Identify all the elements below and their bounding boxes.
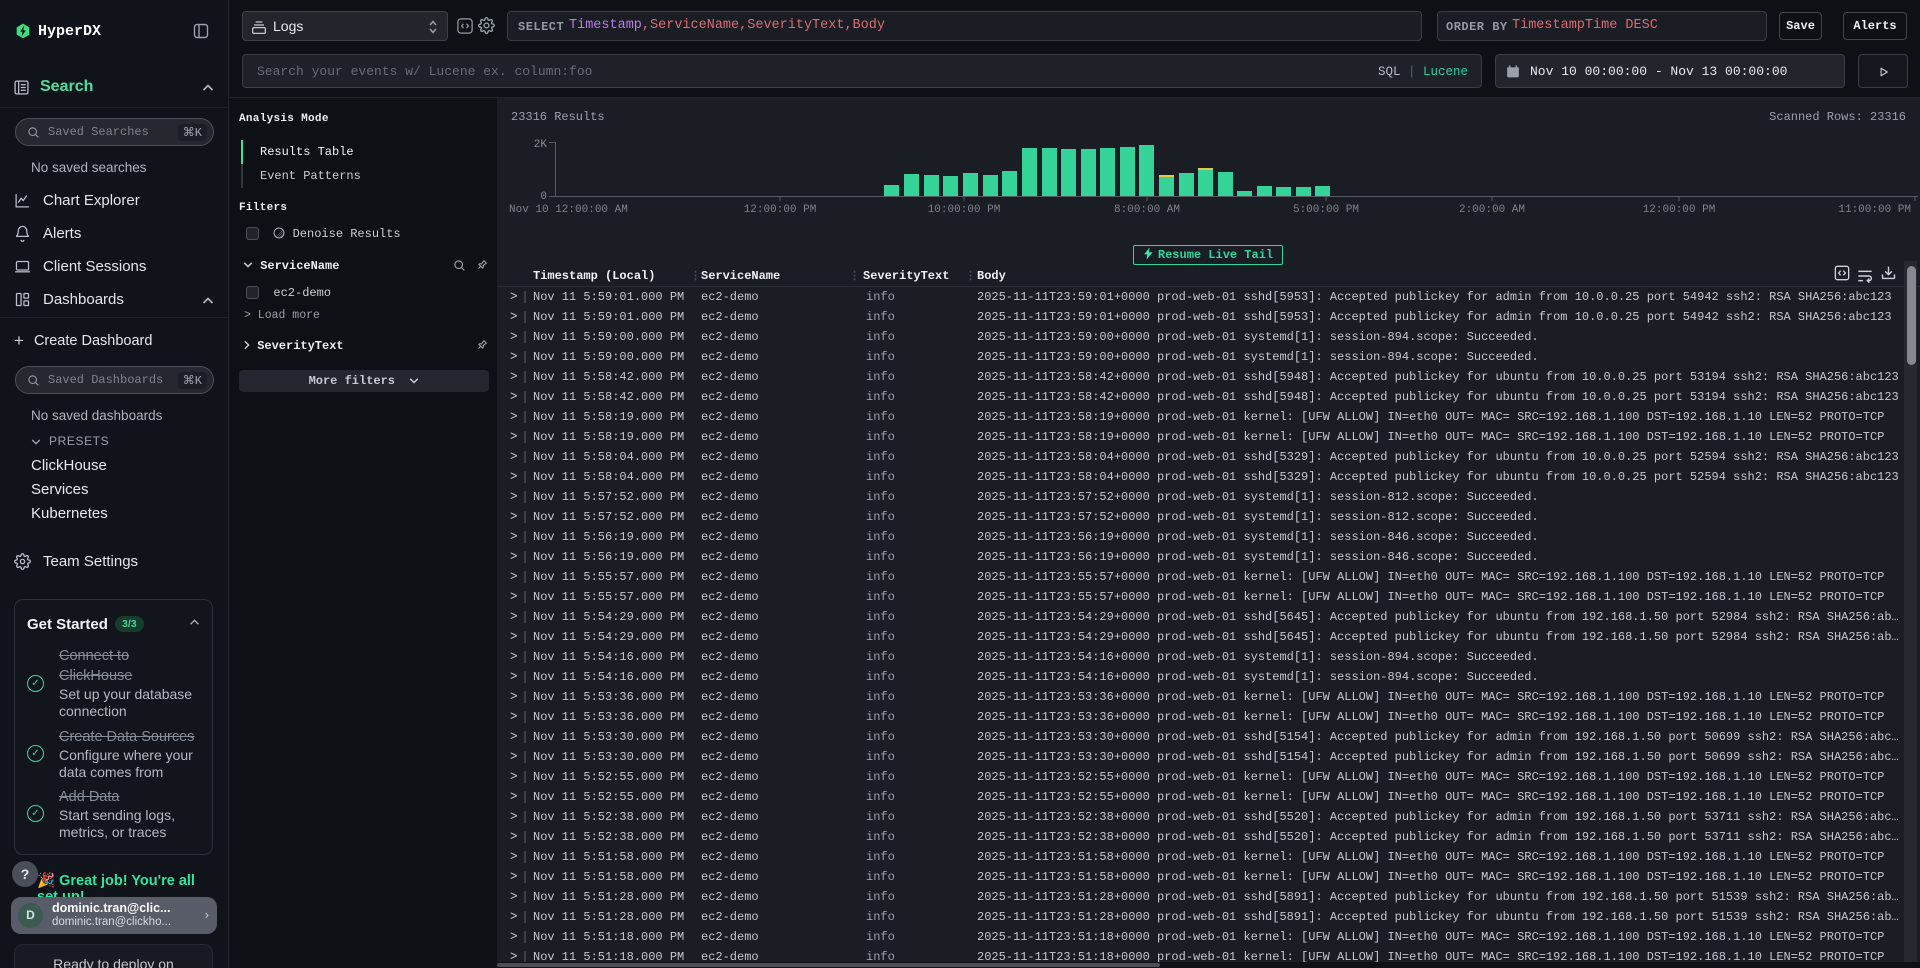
svg-text:5:00:00 PM: 5:00:00 PM: [1293, 204, 1359, 216]
svg-text:0: 0: [540, 191, 547, 203]
svg-text:11:00:00 PM: 11:00:00 PM: [1838, 204, 1911, 216]
svg-text:2:00:00 AM: 2:00:00 AM: [1459, 204, 1525, 216]
svg-text:8:00:00 AM: 8:00:00 AM: [1114, 204, 1180, 216]
svg-text:12:00:00 PM: 12:00:00 PM: [744, 204, 817, 216]
svg-text:2K: 2K: [534, 139, 548, 151]
svg-text:Nov 10 12:00:00 AM: Nov 10 12:00:00 AM: [509, 204, 628, 216]
svg-text:12:00:00 PM: 12:00:00 PM: [1643, 204, 1716, 216]
svg-text:10:00:00 PM: 10:00:00 PM: [928, 204, 1001, 216]
